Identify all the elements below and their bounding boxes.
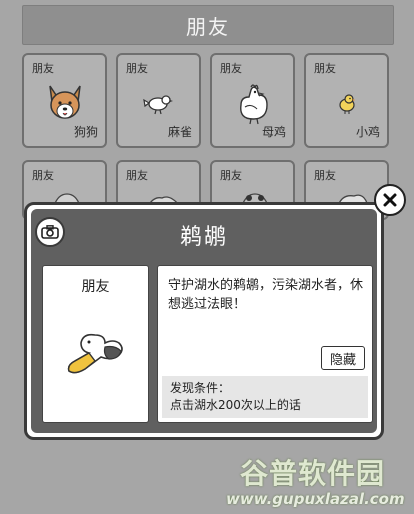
close-button[interactable]	[374, 184, 406, 216]
sparrow-icon	[118, 79, 199, 127]
hide-button[interactable]: 隐藏	[321, 346, 365, 370]
modal-header: 鹈鹕	[31, 209, 377, 255]
watermark-title: 谷普软件园	[240, 457, 386, 490]
chick-icon	[306, 79, 387, 127]
card-tag: 朋友	[220, 169, 242, 182]
pelican-icon	[67, 333, 123, 374]
discovery-condition: 发现条件： 点击湖水200次以上的话	[162, 376, 368, 418]
card-tag: 朋友	[126, 62, 148, 75]
card-tag: 朋友	[32, 169, 54, 182]
watermark-url: www.gupuxlazal.com	[226, 490, 405, 508]
hen-icon	[212, 79, 293, 127]
friend-card-dog[interactable]: 朋友 狗狗	[22, 53, 107, 148]
watermark: 谷普软件园 www.gupuxlazal.com	[222, 452, 412, 510]
card-tag: 朋友	[126, 169, 148, 182]
card-name: 麻雀	[167, 125, 192, 139]
character-card: 朋友	[42, 265, 149, 423]
condition-title: 发现条件：	[170, 381, 231, 395]
info-panel: 守护湖水的鹈鹕，污染湖水者，休想逃过法眼！ 隐藏 发现条件： 点击湖水200次以…	[157, 265, 373, 423]
dog-icon	[24, 79, 105, 127]
card-tag: 朋友	[314, 169, 336, 182]
card-tag: 朋友	[81, 279, 110, 295]
condition-text: 点击湖水200次以上的话	[170, 398, 301, 412]
card-name: 小鸡	[355, 125, 380, 139]
modal-title: 鹈鹕	[179, 225, 228, 250]
close-icon	[383, 193, 397, 207]
card-name: 母鸡	[261, 125, 286, 139]
description-text: 守护湖水的鹈鹕，污染湖水者，休想逃过法眼！	[168, 278, 364, 312]
card-tag: 朋友	[314, 62, 336, 75]
detail-modal: 鹈鹕 朋友 守护湖水的鹈鹕，污染湖水者，休想逃过法眼！ 隐藏 发现条件： 点击湖…	[24, 202, 384, 440]
card-tag: 朋友	[32, 62, 54, 75]
card-tag: 朋友	[220, 62, 242, 75]
friend-card-hen[interactable]: 朋友 母鸡	[210, 53, 295, 148]
card-name: 狗狗	[73, 125, 98, 139]
page-title: 朋友	[22, 5, 394, 45]
friend-card-sparrow[interactable]: 朋友 麻雀	[116, 53, 201, 148]
friend-card-chick[interactable]: 朋友 小鸡	[304, 53, 389, 148]
